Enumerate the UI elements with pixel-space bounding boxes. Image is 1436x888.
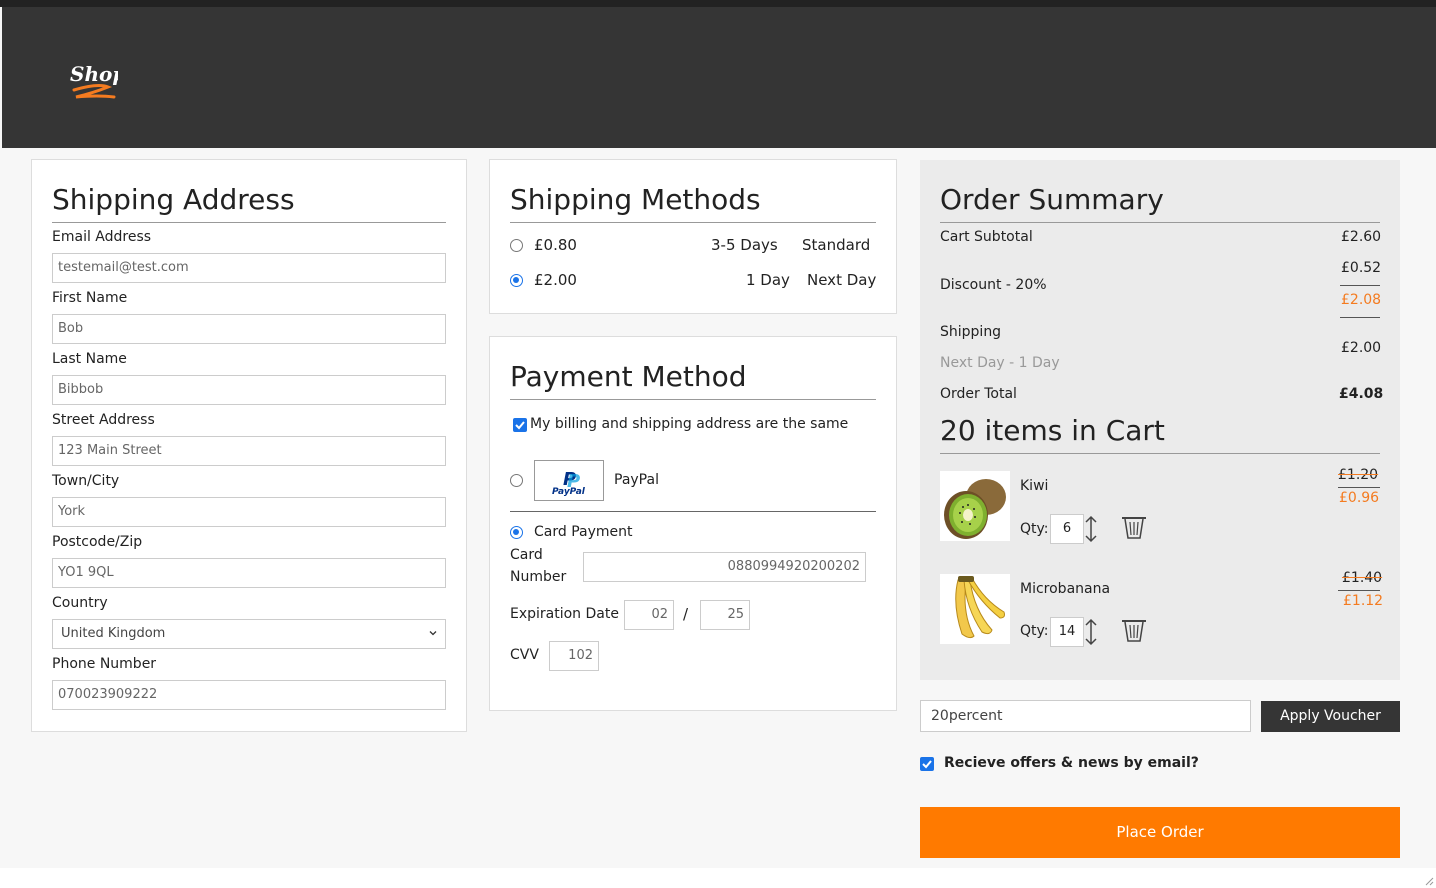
check-icon: [922, 760, 932, 769]
resize-grip-icon[interactable]: [1422, 874, 1434, 886]
top-border: [0, 0, 1436, 7]
apply-voucher-button[interactable]: Apply Voucher: [1261, 701, 1400, 732]
divider: [510, 222, 876, 223]
shipping-cost: £2.00: [1341, 340, 1382, 356]
divider: [52, 222, 446, 223]
divider: [510, 511, 876, 512]
shipping-standard-radio[interactable]: [510, 239, 523, 252]
payment-method-title: Payment Method: [510, 360, 747, 393]
paypal-label: PayPal: [614, 472, 659, 488]
newsletter-label: Recieve offers & news by email?: [944, 755, 1199, 771]
shipping-label: Shipping: [940, 324, 1002, 340]
cvv-label: CVV: [510, 647, 539, 663]
same-address-checkbox[interactable]: [513, 418, 527, 432]
shipping-nextday-price: £2.00: [534, 271, 577, 289]
town-field[interactable]: York: [52, 497, 446, 527]
divider: [1338, 590, 1380, 591]
divider: [1340, 285, 1380, 286]
postcode-field[interactable]: YO1 9QL: [52, 558, 446, 588]
order-total-value: £4.08: [1339, 386, 1384, 402]
window-bottom: [0, 868, 1436, 888]
shipping-methods-title: Shipping Methods: [510, 183, 761, 216]
place-order-button[interactable]: Place Order: [920, 807, 1400, 858]
discount-label: Discount - 20%: [940, 277, 1047, 293]
shop-logo[interactable]: Shop: [68, 57, 118, 103]
cart-heading: 20 items in Cart: [940, 414, 1165, 447]
kiwi-qty-stepper-icon[interactable]: [1083, 514, 1099, 544]
postcode-label: Postcode/Zip: [52, 534, 143, 550]
last-name-label: Last Name: [52, 351, 127, 367]
shipping-standard-price: £0.80: [534, 236, 577, 254]
kiwi-image[interactable]: [940, 471, 1010, 541]
shipping-nextday-time: 1 Day: [746, 271, 790, 289]
kiwi-new-price: £0.96: [1339, 490, 1380, 506]
order-summary-title: Order Summary: [940, 183, 1164, 216]
last-name-field[interactable]: Bibbob: [52, 375, 446, 405]
card-payment-radio[interactable]: [510, 526, 523, 539]
card-number-label-1: Card: [510, 547, 543, 563]
phone-field[interactable]: 070023909222: [52, 680, 446, 710]
paypal-radio[interactable]: [510, 474, 523, 487]
microbanana-qty-label: Qty:: [1020, 623, 1049, 639]
kiwi-old-price: £1.20: [1338, 467, 1379, 483]
subtotal-value: £2.60: [1341, 229, 1382, 245]
paypal-logo[interactable]: P P PayPal: [534, 460, 604, 501]
svg-text:Shop: Shop: [70, 62, 118, 86]
country-selected-value: United Kingdom: [61, 626, 166, 641]
paypal-logo-text: PayPal: [552, 487, 585, 497]
country-select[interactable]: United Kingdom: [52, 619, 446, 649]
divider: [1340, 317, 1380, 318]
discounted-subtotal: £2.08: [1341, 292, 1382, 308]
shipping-standard-name: Standard: [802, 236, 871, 254]
newsletter-checkbox[interactable]: [920, 757, 934, 771]
first-name-field[interactable]: Bob: [52, 314, 446, 344]
divider: [1338, 487, 1380, 488]
divider: [940, 222, 1380, 223]
country-label: Country: [52, 595, 108, 611]
order-total-label: Order Total: [940, 386, 1017, 402]
kiwi-qty-input[interactable]: 6: [1050, 514, 1084, 544]
shipping-address-title: Shipping Address: [52, 183, 295, 216]
chevron-down-icon: [429, 631, 437, 636]
divider: [510, 399, 876, 400]
microbanana-image[interactable]: [940, 574, 1010, 644]
voucher-input[interactable]: 20percent: [920, 700, 1251, 732]
shipping-standard-time: 3-5 Days: [711, 236, 778, 254]
shipping-nextday-name: Next Day: [807, 271, 877, 289]
check-icon: [515, 421, 525, 430]
shipping-detail: Next Day - 1 Day: [940, 355, 1060, 371]
kiwi-delete-icon[interactable]: [1120, 514, 1148, 540]
microbanana-delete-icon[interactable]: [1120, 617, 1148, 643]
divider: [940, 453, 1380, 454]
expiration-label: Expiration Date: [510, 606, 619, 622]
shipping-nextday-radio[interactable]: [510, 274, 523, 287]
discount-amount: £0.52: [1341, 260, 1382, 276]
card-number-label-2: Number: [510, 569, 567, 585]
first-name-label: First Name: [52, 290, 128, 306]
microbanana-old-price: £1.40: [1342, 570, 1383, 586]
exp-separator: /: [683, 605, 689, 623]
email-label: Email Address: [52, 229, 152, 245]
street-field[interactable]: 123 Main Street: [52, 436, 446, 466]
site-header: Shop: [2, 7, 1436, 148]
card-number-field[interactable]: 0880994920200202: [583, 552, 866, 582]
town-label: Town/City: [52, 473, 120, 489]
card-payment-label: Card Payment: [534, 524, 633, 540]
microbanana-qty-input[interactable]: 14: [1050, 617, 1084, 647]
subtotal-label: Cart Subtotal: [940, 229, 1033, 245]
exp-month-field[interactable]: 02: [624, 600, 674, 630]
phone-label: Phone Number: [52, 656, 157, 672]
microbanana-qty-stepper-icon[interactable]: [1083, 617, 1099, 647]
microbanana-name: Microbanana: [1020, 581, 1111, 597]
microbanana-new-price: £1.12: [1343, 593, 1384, 609]
banana-icon: [955, 576, 1005, 639]
cvv-field[interactable]: 102: [549, 641, 599, 671]
email-field[interactable]: testemail@test.com: [52, 253, 446, 283]
exp-year-field[interactable]: 25: [700, 600, 750, 630]
street-label: Street Address: [52, 412, 155, 428]
kiwi-qty-label: Qty:: [1020, 521, 1049, 537]
same-address-label: My billing and shipping address are the …: [530, 416, 849, 432]
kiwi-name: Kiwi: [1020, 478, 1049, 494]
kiwi-icon: [944, 479, 1006, 539]
